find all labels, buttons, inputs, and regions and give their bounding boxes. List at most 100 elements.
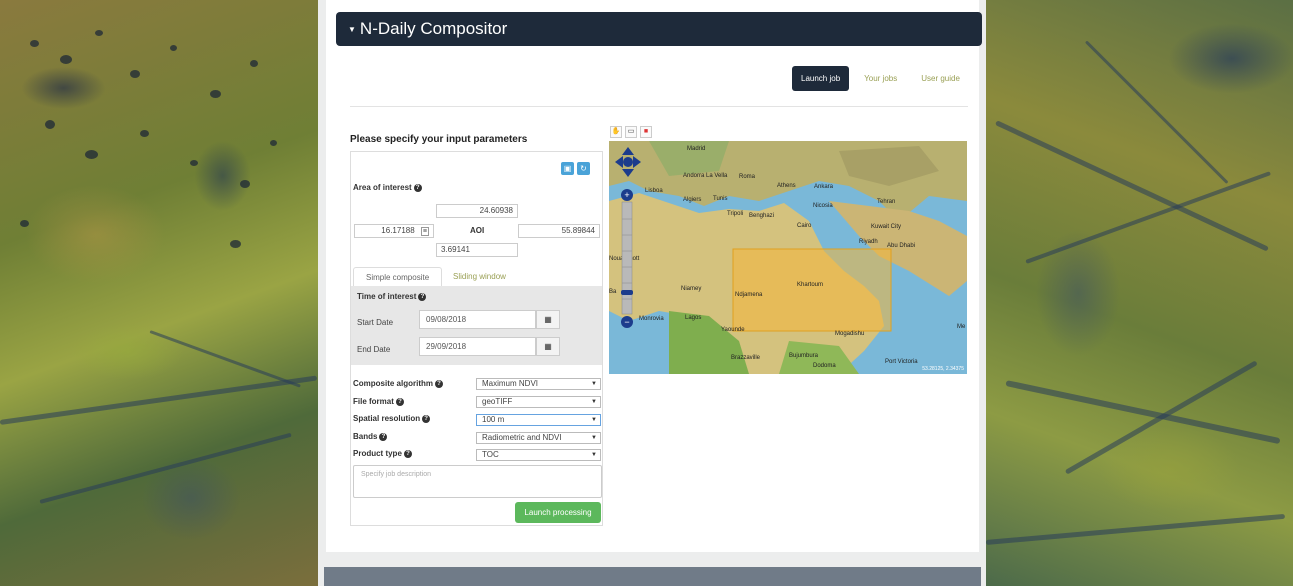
background-detail <box>30 40 39 47</box>
map-label: Ba <box>609 289 617 295</box>
reload-aoi-button[interactable]: ↻ <box>577 162 590 175</box>
tab-simple-composite[interactable]: Simple composite <box>353 267 443 288</box>
question-circle-icon[interactable]: ? <box>413 183 422 192</box>
aoi-center-label: AOI <box>470 226 485 235</box>
aoi-west-input[interactable]: 16.17188 ≡ <box>354 224 434 238</box>
save-aoi-button[interactable]: ▣ <box>561 162 574 175</box>
chevron-down-icon: ▼ <box>591 452 597 458</box>
aoi-rectangle[interactable] <box>732 248 892 332</box>
main-panel: ▼ N-Daily Compositor Launch job Your jobs… <box>326 0 982 552</box>
question-circle-icon[interactable]: ? <box>403 449 412 458</box>
aoi-south-input[interactable]: 3.69141 <box>436 243 518 257</box>
spatial-resolution-value: 100 m <box>482 415 505 424</box>
bands-select[interactable]: Radiometric and NDVI ▼ <box>476 432 601 444</box>
page-title: N-Daily Compositor <box>359 19 508 38</box>
background-detail <box>45 120 55 129</box>
map-zoom-control[interactable]: + − <box>621 189 633 329</box>
spatial-resolution-label-text: Spatial resolution <box>353 414 421 423</box>
pan-down-icon[interactable] <box>622 169 634 177</box>
aoi-east-input[interactable]: 55.89844 <box>518 224 600 238</box>
background-detail <box>240 180 250 188</box>
draw-box-icon: ▭ <box>627 128 635 135</box>
spatial-resolution-select[interactable]: 100 m ▼ <box>476 414 601 426</box>
caret-down-icon: ▼ <box>348 24 356 34</box>
map-label: Kuwait City <box>871 224 902 230</box>
map-label: Tehran <box>877 199 896 205</box>
end-date-calendar-button[interactable]: ▦ <box>536 337 560 356</box>
background-detail <box>39 432 292 504</box>
map-label: Me <box>957 324 966 330</box>
composite-tabs: Simple composite Sliding window <box>351 264 602 288</box>
reload-icon: ↻ <box>580 164 587 173</box>
zoom-slider-handle[interactable] <box>621 290 633 295</box>
map-label: Port Victoria <box>885 359 918 365</box>
page-container: ▼ N-Daily Compositor Launch job Your jobs… <box>318 0 986 586</box>
start-date-label: Start Date <box>357 318 394 327</box>
start-date-input[interactable]: 09/08/2018 <box>419 310 536 329</box>
clear-tool-button[interactable]: ■ <box>640 126 652 138</box>
map-canvas <box>609 141 967 374</box>
time-of-interest-section: Time of interest? Start Date 09/08/2018 … <box>351 286 602 365</box>
page-header: ▼ N-Daily Compositor <box>336 12 982 46</box>
file-format-label-text: File format <box>353 397 394 406</box>
background-detail <box>60 55 72 64</box>
map-label: Khartoum <box>797 282 824 288</box>
background-detail <box>149 330 301 388</box>
tab-sliding-window[interactable]: Sliding window <box>441 267 518 288</box>
map-label: Tunis <box>713 196 728 202</box>
start-date-calendar-button[interactable]: ▦ <box>536 310 560 329</box>
map-label: Lagos <box>685 315 702 321</box>
map-label: Ndjamena <box>735 292 763 298</box>
pan-tool-button[interactable]: ✋ <box>610 126 622 138</box>
background-detail <box>1025 171 1272 264</box>
end-date-input[interactable]: 29/09/2018 <box>419 337 536 356</box>
tab-your-jobs[interactable]: Your jobs <box>855 66 906 91</box>
bands-label: Bands? <box>353 432 388 441</box>
composite-algorithm-value: Maximum NDVI <box>482 379 539 388</box>
background-image-right <box>985 0 1293 586</box>
divider <box>350 106 968 107</box>
aoi-map[interactable]: Madrid Andorra La Vella Roma Lisboa Algi… <box>609 141 967 374</box>
pan-right-icon[interactable] <box>633 156 641 168</box>
map-pan-control[interactable] <box>615 147 641 177</box>
chevron-down-icon: ▼ <box>591 399 597 405</box>
pan-center-icon <box>623 157 633 167</box>
question-circle-icon[interactable]: ? <box>435 379 444 388</box>
map-label: Dodoma <box>813 363 836 369</box>
question-circle-icon[interactable]: ? <box>422 414 431 423</box>
map-label: Monrovia <box>639 316 664 322</box>
background-detail <box>95 30 103 36</box>
background-detail <box>1084 40 1229 184</box>
question-circle-icon[interactable]: ? <box>395 397 404 406</box>
map-label: Abu Dhabi <box>887 243 916 249</box>
question-circle-icon[interactable]: ? <box>418 292 427 301</box>
file-format-select[interactable]: geoTIFF ▼ <box>476 396 601 408</box>
calendar-icon: ▦ <box>544 315 552 324</box>
composite-algorithm-label-text: Composite algorithm <box>353 379 434 388</box>
pan-left-icon[interactable] <box>615 156 623 168</box>
product-type-select[interactable]: TOC ▼ <box>476 449 601 461</box>
background-detail <box>190 160 198 166</box>
launch-processing-button[interactable]: Launch processing <box>515 502 601 523</box>
zoom-in-glyph: + <box>624 190 629 200</box>
product-type-label: Product type? <box>353 449 412 458</box>
time-label: Time of interest? <box>357 292 427 301</box>
composite-algorithm-select[interactable]: Maximum NDVI ▼ <box>476 378 601 390</box>
calendar-icon: ▦ <box>544 342 552 351</box>
question-circle-icon[interactable]: ? <box>379 432 388 441</box>
map-label: Yaounde <box>721 327 745 333</box>
background-detail <box>20 220 29 227</box>
footer-bar <box>324 567 981 586</box>
save-icon: ▣ <box>563 164 572 173</box>
background-detail <box>230 240 241 248</box>
background-detail <box>1005 380 1281 445</box>
tab-launch-job[interactable]: Launch job <box>792 66 850 91</box>
draw-box-tool-button[interactable]: ▭ <box>625 126 637 138</box>
aoi-north-input[interactable]: 24.60938 <box>436 204 518 218</box>
map-label: Nicosia <box>813 203 833 209</box>
tab-user-guide[interactable]: User guide <box>912 66 969 91</box>
parameters-form: ▣ ↻ Area of interest? 24.60938 16.17188 … <box>350 151 603 526</box>
job-description-textarea[interactable]: Specify job description <box>353 465 602 498</box>
hand-icon: ✋ <box>611 128 621 135</box>
pan-up-icon[interactable] <box>622 147 634 155</box>
